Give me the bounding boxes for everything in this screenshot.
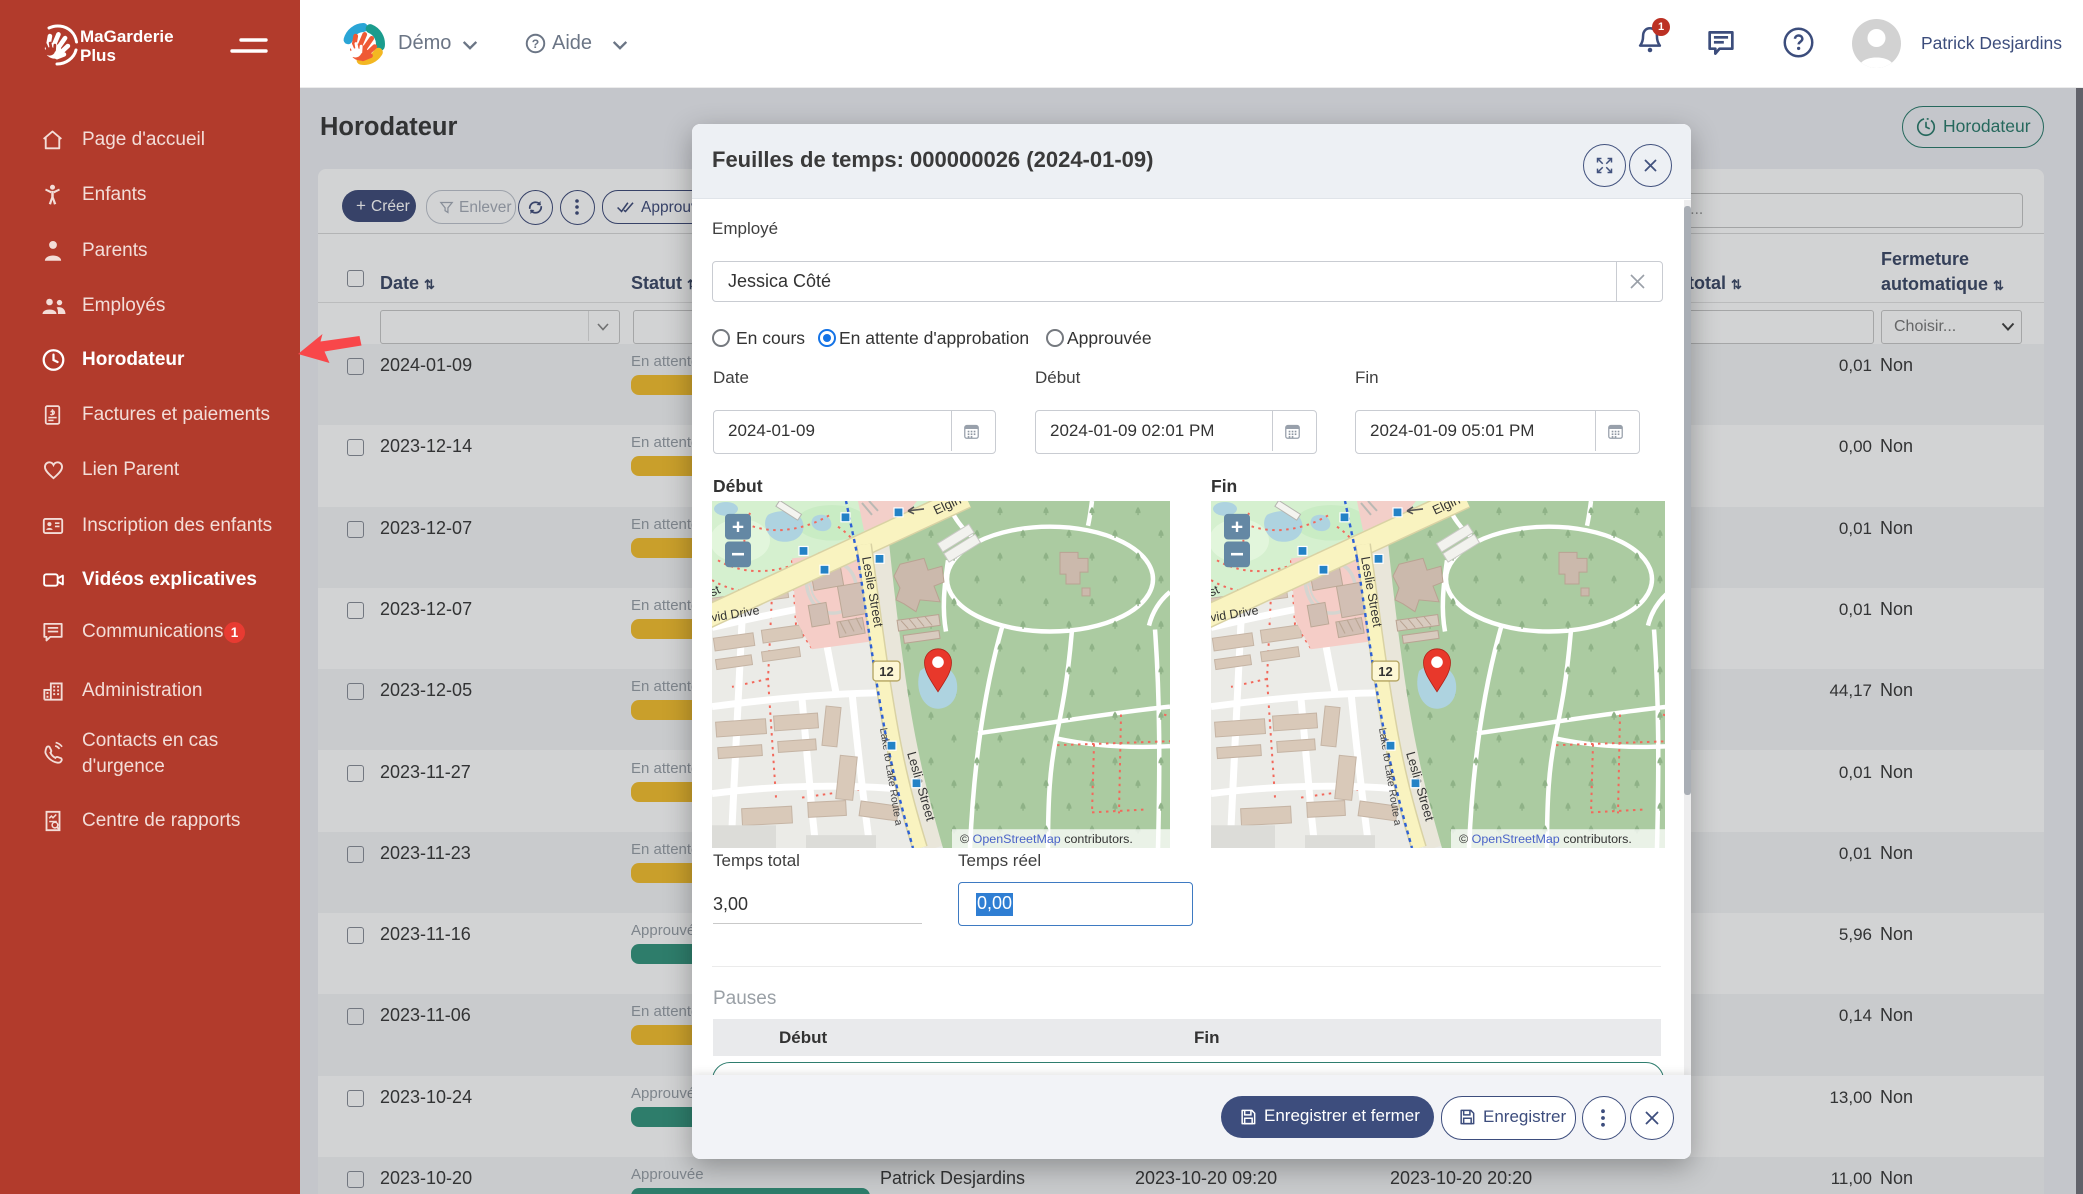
svg-text:?: ? [532,37,539,51]
